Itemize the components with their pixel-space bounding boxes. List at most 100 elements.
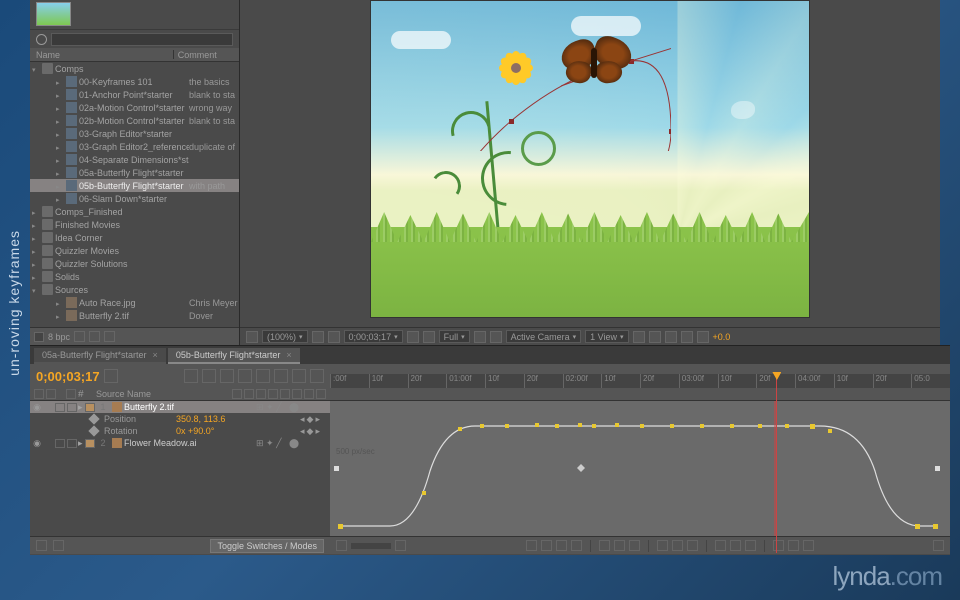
close-tab-icon[interactable]: × [153, 350, 158, 360]
project-tree[interactable]: Comps00-Keyframes 101the basics01-Anchor… [30, 62, 239, 327]
zoom-out-icon[interactable] [336, 540, 347, 551]
ruler-tick[interactable]: 03:00f [679, 374, 718, 388]
zoom-in-icon[interactable] [395, 540, 406, 551]
graph-editor-icon[interactable] [310, 369, 324, 383]
tree-row-folder[interactable]: Finished Movies [30, 218, 239, 231]
views-dropdown[interactable]: 1 View [585, 330, 628, 343]
col-name[interactable]: Name [36, 50, 174, 59]
ruler-tick[interactable]: 10f [485, 374, 524, 388]
lock-header-icon[interactable] [46, 389, 56, 399]
tree-row-file[interactable]: Butterfly 2.tifDover [30, 309, 239, 322]
timeline-tab[interactable]: 05a-Butterfly Flight*starter× [34, 348, 166, 364]
switches-header-1[interactable] [232, 389, 242, 399]
ruler-tick[interactable]: 02:00f [563, 374, 602, 388]
ruler-tick[interactable]: 10f [718, 374, 757, 388]
ruler-tick[interactable]: 05:0 [911, 374, 950, 388]
tree-row-comp[interactable]: 02b-Motion Control*starterblank to sta [30, 114, 239, 127]
current-timecode[interactable]: 0;00;03;17 [36, 369, 100, 384]
layer-row[interactable]: ◉▸1Butterfly 2.tif⊞ ✦ ╱ ⬤ [30, 401, 330, 413]
tree-row-comp[interactable]: 06-Slam Down*starter [30, 192, 239, 205]
bpc-swatch[interactable] [34, 332, 44, 342]
label-header-icon[interactable] [66, 389, 76, 399]
channel-icon[interactable] [423, 331, 435, 343]
switches-header-3[interactable] [256, 389, 266, 399]
ruler-tick[interactable]: 10f [834, 374, 873, 388]
label-color[interactable] [85, 439, 95, 448]
zoom-dropdown[interactable]: (100%) [262, 330, 308, 343]
switches-header-6[interactable] [292, 389, 302, 399]
new-bin-button[interactable] [74, 331, 85, 342]
easy-ease-out-icon[interactable] [803, 540, 814, 551]
choose-graph-icon[interactable] [526, 540, 537, 551]
property-value[interactable]: 0x +90.0° [176, 426, 214, 436]
timeline-tab[interactable]: 05b-Butterfly Flight*starter× [168, 348, 300, 364]
property-name[interactable]: Rotation [104, 426, 176, 436]
auto-bezier-icon[interactable] [730, 540, 741, 551]
hold-kf-icon[interactable] [745, 540, 756, 551]
fit-all-icon[interactable] [629, 540, 640, 551]
ruler-tick[interactable]: 10f [601, 374, 640, 388]
easy-ease-in-icon[interactable] [788, 540, 799, 551]
brainstorm-icon[interactable] [274, 369, 288, 383]
solo-toggle[interactable] [55, 439, 65, 448]
tree-row-folder[interactable]: Solids [30, 270, 239, 283]
next-kf-icon[interactable]: ▸ [315, 414, 320, 425]
time-ruler[interactable]: :00f10f20f01:00f10f20f02:00f10f20f03:00f… [330, 374, 950, 388]
flowchart-icon[interactable] [681, 331, 693, 343]
show-audio-icon[interactable] [556, 540, 567, 551]
switches-header-5[interactable] [280, 389, 290, 399]
easy-ease-icon[interactable] [773, 540, 784, 551]
source-name-header[interactable]: Source Name [96, 389, 151, 399]
tree-row-file[interactable]: Auto Race.jpgChris Meyer [30, 296, 239, 309]
keyframe-stopwatch-icon[interactable] [88, 425, 99, 436]
switches-header-2[interactable] [244, 389, 254, 399]
butterfly-layer-graphic[interactable] [556, 36, 636, 91]
motion-blur-icon[interactable] [256, 369, 270, 383]
tree-row-folder[interactable]: Sources [30, 283, 239, 296]
tree-row-comp[interactable]: 04-Separate Dimensions*starter [30, 153, 239, 166]
hide-shy-icon[interactable] [220, 369, 234, 383]
auto-keyframe-icon[interactable] [292, 369, 306, 383]
ruler-tick[interactable]: 20f [524, 374, 563, 388]
prev-kf-icon[interactable]: ◂ [300, 426, 305, 437]
ruler-tick[interactable]: 10f [369, 374, 408, 388]
ruler-tick[interactable]: 04:00f [795, 374, 834, 388]
snapshot-icon[interactable] [407, 331, 419, 343]
solo-toggle[interactable] [55, 403, 65, 412]
exposure-value[interactable]: +0.0 [713, 332, 731, 342]
add-kf-icon[interactable]: ◆ [307, 426, 314, 437]
project-search-input[interactable] [51, 33, 233, 46]
tree-row-folder[interactable]: Idea Corner [30, 231, 239, 244]
lock-toggle[interactable] [67, 403, 77, 412]
layer-name[interactable]: Butterfly 2.tif [124, 402, 256, 412]
draft3d-icon[interactable] [202, 369, 216, 383]
resolution-dropdown[interactable]: Full [439, 330, 470, 343]
snap-icon[interactable] [571, 540, 582, 551]
composition-canvas[interactable] [370, 0, 810, 318]
frame-blend-toggle-icon[interactable] [53, 540, 64, 551]
show-transform-box-icon[interactable] [687, 540, 698, 551]
viewer-time-display[interactable]: 0;00;03;17 [344, 330, 403, 343]
ruler-tick[interactable]: :00f [330, 374, 369, 388]
fast-preview-icon[interactable] [649, 331, 661, 343]
edit-selected-icon[interactable] [672, 540, 683, 551]
av-header-icon[interactable] [34, 389, 44, 399]
project-column-headers[interactable]: Name Comment [30, 48, 239, 62]
tree-row-folder[interactable]: Quizzler Solutions [30, 257, 239, 270]
ruler-tick[interactable]: 20f [873, 374, 912, 388]
comp-mini-flowchart-icon[interactable] [184, 369, 198, 383]
tree-row-comp[interactable]: 00-Keyframes 101the basics [30, 75, 239, 88]
camera-dropdown[interactable]: Active Camera [506, 330, 582, 343]
visibility-icon[interactable]: ◉ [30, 402, 44, 413]
new-comp-button[interactable] [89, 331, 100, 342]
linear-kf-icon[interactable] [715, 540, 726, 551]
close-tab-icon[interactable]: × [286, 350, 291, 360]
pixel-aspect-icon[interactable] [633, 331, 645, 343]
tree-row-comp[interactable]: 03-Graph Editor*starter [30, 127, 239, 140]
auto-zoom-icon[interactable] [599, 540, 610, 551]
current-time-indicator[interactable] [776, 372, 777, 553]
layer-list[interactable]: ◉▸1Butterfly 2.tif⊞ ✦ ╱ ⬤Position350.8, … [30, 401, 330, 536]
switches-header-8[interactable] [316, 389, 326, 399]
roi-icon[interactable] [474, 331, 486, 343]
switches-header-4[interactable] [268, 389, 278, 399]
